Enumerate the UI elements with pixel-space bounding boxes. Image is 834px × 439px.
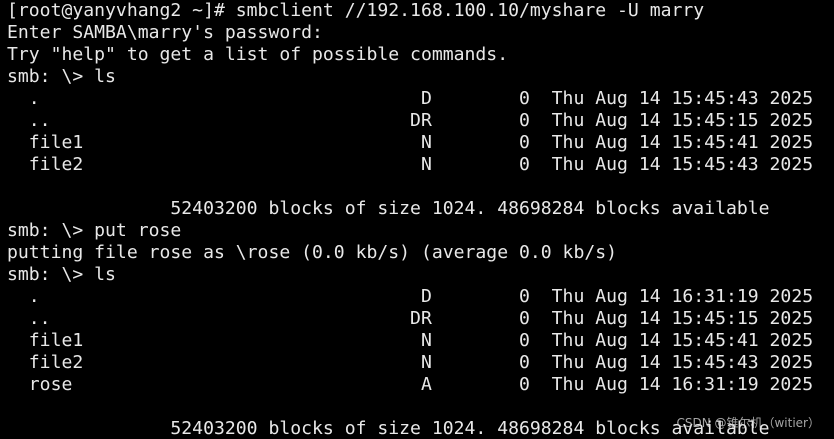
terminal-window[interactable]: [root@yanyvhang2 ~]# smbclient //192.168…	[0, 0, 834, 439]
terminal-line-listing: rose A 0 Thu Aug 14 16:31:19 2025	[7, 374, 814, 395]
terminal-line-blocks: 52403200 blocks of size 1024. 48698284 b…	[7, 418, 770, 439]
terminal-line-listing: file1 N 0 Thu Aug 14 15:45:41 2025	[7, 330, 814, 351]
terminal-line-prompt-ls: smb: \> ls	[7, 264, 116, 285]
terminal-line-listing: file2 N 0 Thu Aug 14 15:45:43 2025	[7, 352, 814, 373]
terminal-line-blocks: 52403200 blocks of size 1024. 48698284 b…	[7, 198, 770, 219]
terminal-line-help: Try "help" to get a list of possible com…	[7, 44, 509, 65]
terminal-line-listing: .. DR 0 Thu Aug 14 15:45:15 2025	[7, 110, 814, 131]
terminal-line-listing: . D 0 Thu Aug 14 16:31:19 2025	[7, 286, 814, 307]
terminal-line-listing: file1 N 0 Thu Aug 14 15:45:41 2025	[7, 132, 814, 153]
terminal-line-prompt-ls: smb: \> ls	[7, 66, 116, 87]
terminal-line-prompt-put: smb: \> put rose	[7, 220, 182, 241]
terminal-line-password: Enter SAMBA\marry's password:	[7, 22, 323, 43]
terminal-line-listing: .. DR 0 Thu Aug 14 15:45:15 2025	[7, 308, 814, 329]
csdn-watermark: CSDN @锥尔机（witier）	[676, 416, 820, 430]
terminal-line-listing: . D 0 Thu Aug 14 15:45:43 2025	[7, 88, 814, 109]
terminal-line-command: [root@yanyvhang2 ~]# smbclient //192.168…	[7, 0, 705, 21]
terminal-line-listing: file2 N 0 Thu Aug 14 15:45:43 2025	[7, 154, 814, 175]
terminal-line-putting: putting file rose as \rose (0.0 kb/s) (a…	[7, 242, 618, 263]
